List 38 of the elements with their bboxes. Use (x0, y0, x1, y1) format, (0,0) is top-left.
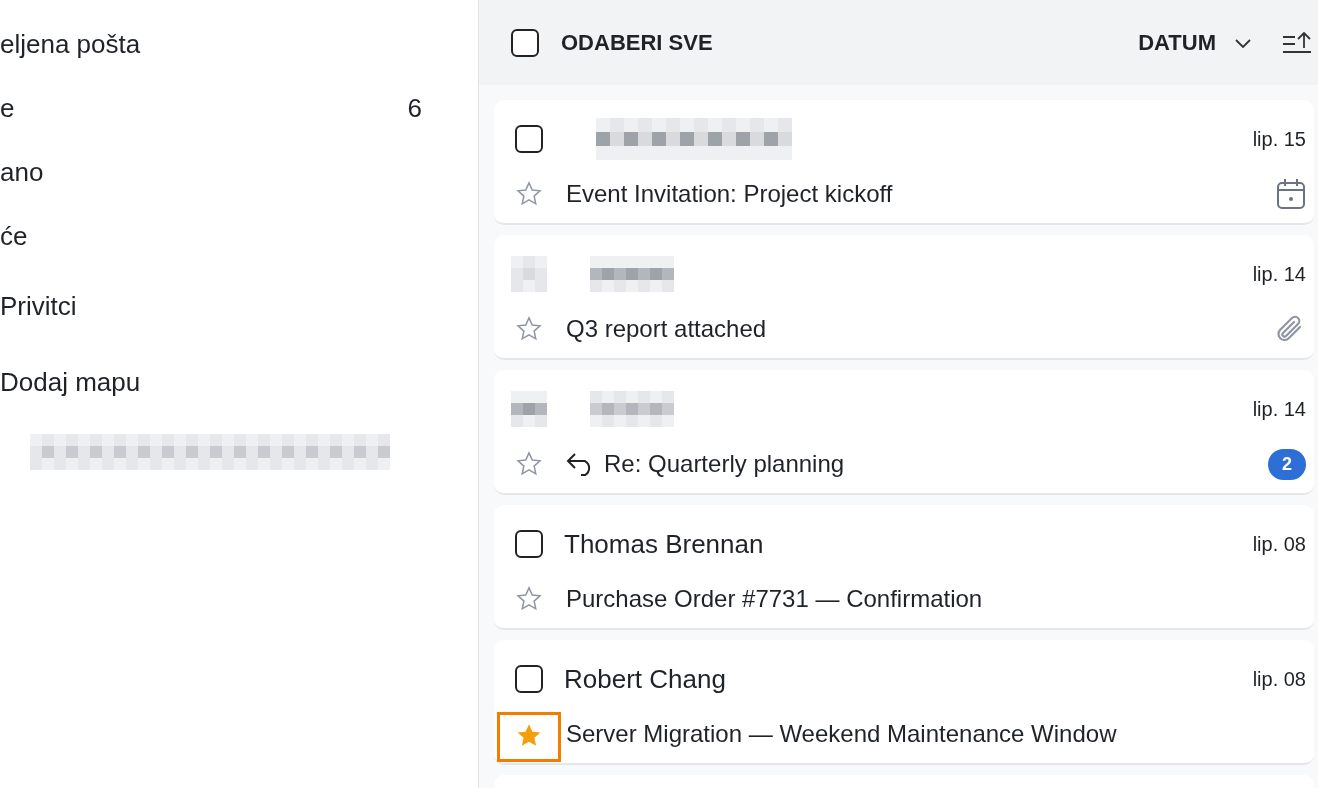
message-subject: Server Migration — Weekend Maintenance Window (566, 719, 1117, 749)
message-card[interactable]: lip. 14 Q3 report attached (494, 235, 1314, 360)
message-checkbox[interactable] (515, 125, 543, 153)
message-checkbox[interactable] (515, 665, 543, 693)
folder-item[interactable]: će (0, 204, 478, 268)
star-icon (515, 585, 543, 613)
folder-item[interactable]: Privitci (0, 268, 478, 344)
star-icon (515, 450, 543, 478)
select-all-label[interactable]: ODABERI SVE (561, 26, 713, 59)
message-card[interactable]: Robert Chang lip. 08 Server Migration — Weekend Maintenance Window (494, 640, 1314, 765)
message-date: lip. 08 (1252, 667, 1306, 692)
message-subject: Q3 report attached (566, 314, 767, 344)
folder-item[interactable]: eljena pošta (0, 12, 478, 76)
message-date: lip. 08 (1252, 532, 1306, 557)
message-card[interactable]: lip. 15 Event Invitation: Project kickoff (494, 100, 1314, 225)
folder-count: 6 (407, 91, 422, 125)
message-card[interactable]: lip. 14 Re: Quarterly planning 2 (494, 370, 1314, 495)
sender-name: Thomas Brennan (564, 527, 765, 561)
message-subject: Re: Quarterly planning (604, 449, 845, 479)
message-date: lip. 14 (1252, 262, 1306, 287)
message-date: lip. 14 (1252, 397, 1306, 422)
sort-icon[interactable] (1282, 29, 1312, 56)
star-button[interactable] (499, 714, 559, 760)
folder-item[interactable]: e 6 (0, 76, 478, 140)
message-subject: Event Invitation: Project kickoff (566, 179, 893, 209)
message-checkbox[interactable] (515, 530, 543, 558)
folder-item[interactable]: Dodaj mapu (0, 344, 478, 420)
sort-dropdown[interactable]: DATUM (1138, 26, 1216, 59)
chevron-down-icon[interactable] (1234, 36, 1252, 49)
star-icon (515, 315, 543, 343)
select-all-checkbox[interactable] (511, 28, 539, 57)
folder-item[interactable]: ano (0, 140, 478, 204)
reply-count: 2 (1268, 448, 1306, 480)
message-subject: Purchase Order #7731 — Confirmation (566, 584, 983, 614)
message-date: lip. 15 (1252, 127, 1306, 152)
sender-name: Robert Chang (564, 662, 727, 696)
star-icon (515, 180, 543, 208)
message-card[interactable]: Thomas Brennan lip. 08 Purchase Order #7731 — Confirmation (494, 505, 1314, 630)
